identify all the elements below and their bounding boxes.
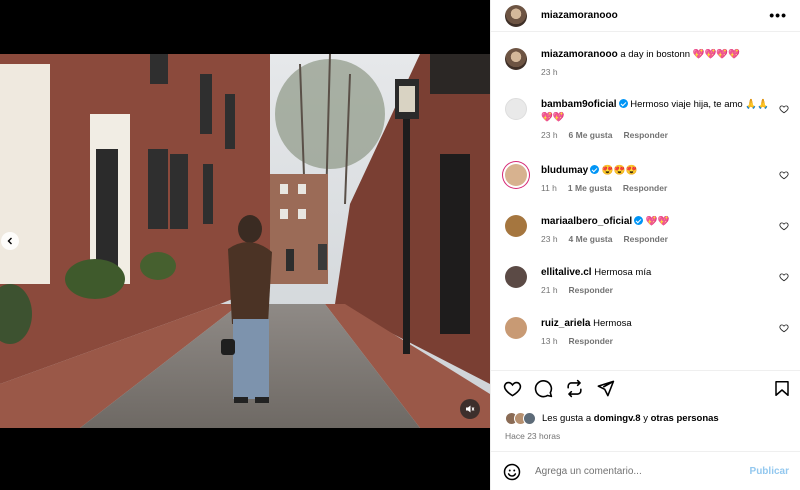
comment-bubble-icon[interactable] bbox=[534, 379, 553, 398]
comment-avatar[interactable] bbox=[505, 164, 527, 186]
comment-username[interactable]: ellitalive.cl bbox=[541, 267, 592, 278]
comment-item: bambam9oficial Hermoso viaje hija, te am… bbox=[505, 98, 795, 142]
post-details-panel: miazamoranooo ••• miazamoranooo a day in… bbox=[490, 0, 800, 490]
share-paper-plane-icon[interactable] bbox=[596, 379, 615, 398]
comment-time: 11 h bbox=[541, 183, 557, 193]
comment-avatar[interactable] bbox=[505, 98, 527, 120]
comment-like-heart-icon[interactable] bbox=[779, 272, 789, 282]
comment-time: 13 h bbox=[541, 336, 558, 346]
emoji-icon[interactable] bbox=[503, 463, 521, 481]
comment-reply-link[interactable]: Responder bbox=[623, 233, 667, 246]
liker-avatar bbox=[523, 412, 536, 425]
likes-user-link[interactable]: domingv.8 bbox=[594, 413, 641, 424]
caption-username[interactable]: miazamoranooo bbox=[541, 49, 618, 60]
caption-author-avatar[interactable] bbox=[505, 48, 527, 70]
comment-like-heart-icon[interactable] bbox=[779, 221, 789, 231]
comment-avatar[interactable] bbox=[505, 215, 527, 237]
save-bookmark-icon[interactable] bbox=[773, 379, 791, 398]
comments-list: miazamoranooo a day in bostonn 💖💖💖💖 23 h… bbox=[491, 40, 800, 370]
comment-reply-link[interactable]: Responder bbox=[623, 129, 667, 142]
media-area bbox=[0, 0, 490, 490]
instagram-post-modal: miazamoranooo ••• miazamoranooo a day in… bbox=[0, 0, 800, 490]
post-actions: Les gusta a domingv.8 y otras personas H… bbox=[491, 370, 800, 490]
comment-username[interactable]: ruiz_ariela bbox=[541, 318, 590, 329]
comment-time: 23 h bbox=[541, 234, 558, 244]
comment-likes-link[interactable]: 6 Me gusta bbox=[569, 129, 613, 142]
caption-item: miazamoranooo a day in bostonn 💖💖💖💖 23 h bbox=[505, 48, 795, 79]
comment-likes-link[interactable]: 4 Me gusta bbox=[569, 233, 613, 246]
post-header: miazamoranooo ••• bbox=[491, 0, 800, 32]
post-photo[interactable] bbox=[0, 54, 490, 428]
verified-badge-icon bbox=[618, 99, 628, 108]
comment-item: mariaalbero_oficial 💖💖 23 h 4 Me gusta R… bbox=[505, 215, 795, 246]
caption-time: 23 h bbox=[541, 67, 558, 77]
more-options-button[interactable]: ••• bbox=[769, 8, 787, 22]
comment-username[interactable]: mariaalbero_oficial bbox=[541, 216, 632, 227]
verified-badge-icon bbox=[634, 216, 644, 225]
comment-avatar[interactable] bbox=[505, 317, 527, 339]
caption-text: a day in bostonn 💖💖💖💖 bbox=[620, 49, 741, 60]
comment-text: Hermosa mía bbox=[594, 267, 652, 278]
comment-text: Hermosa bbox=[593, 318, 632, 329]
comment-item: ruiz_ariela Hermosa 13 h Responder bbox=[505, 317, 795, 348]
comment-username[interactable]: bludumay bbox=[541, 165, 588, 176]
likes-summary: Les gusta a domingv.8 y otras personas bbox=[505, 412, 719, 425]
verified-badge-icon bbox=[590, 165, 600, 174]
comment-text: 😍😍😍 bbox=[601, 165, 638, 176]
post-timestamp[interactable]: Hace 23 horas bbox=[505, 431, 560, 441]
liker-avatars bbox=[505, 412, 536, 425]
likes-others-link[interactable]: otras personas bbox=[651, 413, 719, 424]
comment-reply-link[interactable]: Responder bbox=[623, 182, 667, 195]
comment-text: 💖💖 bbox=[645, 216, 670, 227]
comment-input[interactable]: Agrega un comentario... bbox=[535, 466, 735, 477]
comment-like-heart-icon[interactable] bbox=[779, 323, 789, 333]
author-username[interactable]: miazamoranooo bbox=[541, 10, 618, 21]
comment-like-heart-icon[interactable] bbox=[779, 170, 789, 180]
comment-like-heart-icon[interactable] bbox=[779, 104, 789, 114]
likes-joiner: y bbox=[643, 413, 648, 424]
likes-prefix: Les gusta a bbox=[542, 413, 592, 424]
street-photo-illustration bbox=[0, 54, 490, 428]
comment-item: bludumay 😍😍😍 11 h 1 Me gusta Responder bbox=[505, 164, 795, 195]
author-avatar[interactable] bbox=[505, 4, 527, 27]
publish-button[interactable]: Publicar bbox=[750, 466, 789, 477]
add-comment-bar: Agrega un comentario... Publicar bbox=[491, 451, 800, 490]
comment-avatar[interactable] bbox=[505, 266, 527, 288]
comment-item: ellitalive.cl Hermosa mía 21 h Responder bbox=[505, 266, 795, 297]
speaker-muted-icon bbox=[466, 405, 475, 413]
comment-likes-link[interactable]: 1 Me gusta bbox=[568, 182, 612, 195]
mute-toggle-button[interactable] bbox=[460, 399, 480, 419]
chevron-left-icon bbox=[7, 237, 12, 245]
like-heart-icon[interactable] bbox=[503, 379, 522, 398]
comment-time: 23 h bbox=[541, 130, 558, 140]
previous-media-button[interactable] bbox=[1, 232, 19, 250]
comment-time: 21 h bbox=[541, 285, 558, 295]
comment-reply-link[interactable]: Responder bbox=[569, 284, 613, 297]
comment-username[interactable]: bambam9oficial bbox=[541, 99, 617, 110]
repost-icon[interactable] bbox=[565, 379, 584, 398]
comment-reply-link[interactable]: Responder bbox=[569, 335, 613, 348]
